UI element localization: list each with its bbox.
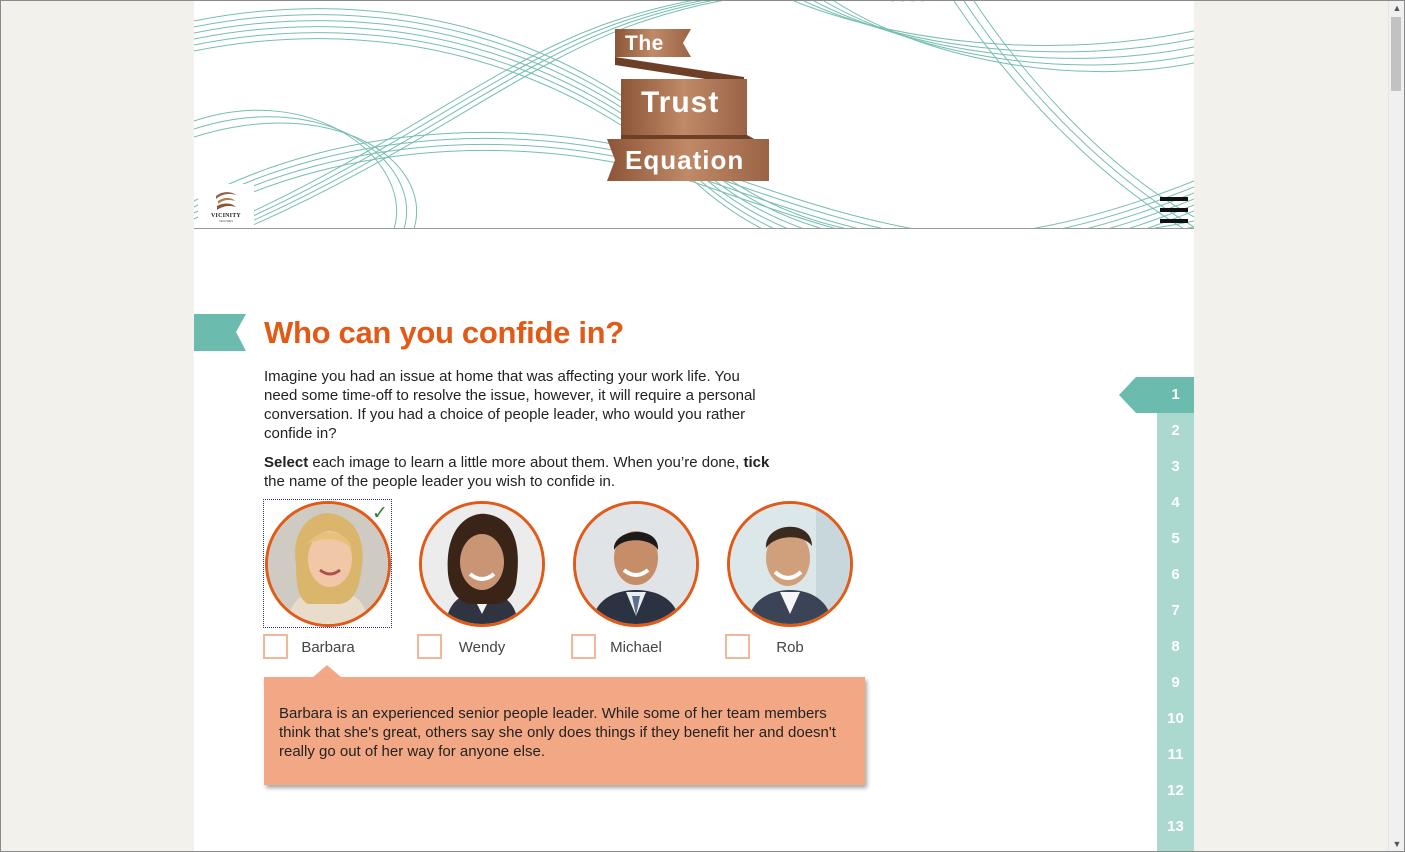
- wendy-checkbox[interactable]: [417, 634, 442, 659]
- page-navigation: 2 3 4 5 6 7 8 9 10 11 12 13: [1157, 377, 1194, 851]
- hamburger-menu-icon[interactable]: [1160, 197, 1188, 223]
- instruction-part1: each image to learn a little more about …: [308, 454, 744, 471]
- page-heading: Who can you confide in?: [264, 315, 624, 350]
- page-nav-7[interactable]: 7: [1157, 593, 1194, 629]
- page-nav-5[interactable]: 5: [1157, 521, 1194, 557]
- person-card-wendy: Wendy: [417, 499, 547, 669]
- title-equation: Equation: [625, 145, 745, 175]
- scroll-down-arrow-icon[interactable]: ▼: [1389, 837, 1405, 851]
- page-nav-3[interactable]: 3: [1157, 449, 1194, 485]
- michael-checkbox[interactable]: [571, 634, 596, 659]
- banner-header: The Trust Equation VICINITY CENTRES: [194, 1, 1194, 229]
- page-nav-11[interactable]: 11: [1157, 737, 1194, 773]
- barbara-checkbox[interactable]: [263, 634, 288, 659]
- vertical-scrollbar[interactable]: ▲ ▼: [1388, 1, 1404, 851]
- page-nav-13[interactable]: 13: [1157, 809, 1194, 845]
- page-nav-12[interactable]: 12: [1157, 773, 1194, 809]
- instruction-paragraph: Select each image to learn a little more…: [264, 453, 774, 491]
- instruction-part2: the name of the people leader you wish t…: [264, 473, 616, 490]
- person-card-rob: Rob: [725, 499, 855, 669]
- person-description-popup: Barbara is an experienced senior people …: [264, 677, 865, 785]
- michael-name-label: Michael: [610, 639, 662, 656]
- michael-photo[interactable]: [573, 501, 699, 627]
- page-nav-1-active[interactable]: 1: [1119, 377, 1194, 413]
- rob-photo[interactable]: [727, 501, 853, 627]
- rob-checkbox[interactable]: [725, 634, 750, 659]
- title-trust: Trust: [641, 86, 720, 119]
- page-nav-10[interactable]: 10: [1157, 701, 1194, 737]
- rob-name-label: Rob: [776, 639, 804, 656]
- vicinity-logo: VICINITY CENTRES: [198, 184, 254, 228]
- person-card-michael: Michael: [571, 499, 701, 669]
- wendy-photo[interactable]: [419, 501, 545, 627]
- title-the: The: [625, 32, 664, 55]
- page-nav-8[interactable]: 8: [1157, 629, 1194, 665]
- viewed-check-icon: ✓: [372, 503, 388, 524]
- scrollbar-thumb[interactable]: [1391, 17, 1401, 91]
- logo-subtext: CENTRES: [218, 218, 234, 223]
- person-card-barbara: ✓ Barbara: [263, 499, 393, 669]
- section-flag-icon: [194, 314, 246, 351]
- barbara-name-label: Barbara: [301, 639, 355, 656]
- instruction-select-word: Select: [264, 454, 309, 471]
- page-nav-4[interactable]: 4: [1157, 485, 1194, 521]
- page-nav-2[interactable]: 2: [1157, 413, 1194, 449]
- scroll-up-arrow-icon[interactable]: ▲: [1389, 1, 1405, 15]
- page-nav-9[interactable]: 9: [1157, 665, 1194, 701]
- vicinity-logo-icon: [216, 191, 236, 210]
- page-nav-1-label: 1: [1171, 386, 1180, 403]
- instruction-tick-word: tick: [743, 454, 770, 471]
- intro-paragraph: Imagine you had an issue at home that wa…: [264, 368, 756, 442]
- wendy-name-label: Wendy: [458, 639, 506, 656]
- course-page: The Trust Equation VICINITY CENTRES Who …: [194, 1, 1194, 851]
- page-nav-6[interactable]: 6: [1157, 557, 1194, 593]
